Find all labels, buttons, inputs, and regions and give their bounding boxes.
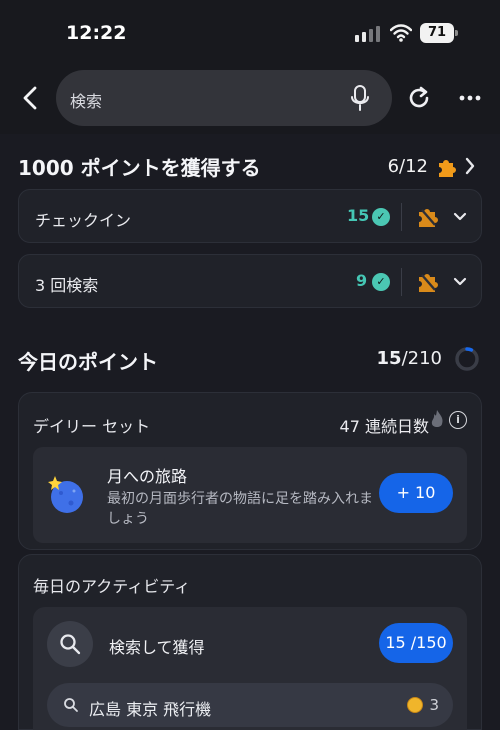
search-bar[interactable]: 検索 [56, 70, 392, 126]
refresh-icon[interactable] [405, 84, 433, 112]
daily-activity-label: 毎日のアクティビティ [33, 577, 191, 596]
journey-description: 最初の月面歩行者の物語に足を踏み入れましょう [107, 491, 373, 527]
today-earned: 15 [376, 348, 402, 369]
task-checkin[interactable]: チェックイン 15 ✓ [18, 189, 482, 243]
battery-indicator: 71 [420, 23, 458, 43]
status-time: 12:22 [66, 22, 127, 44]
chevron-right-icon [465, 157, 475, 175]
cellular-signal-icon [355, 26, 380, 42]
puzzle-piece-icon [419, 209, 438, 227]
challenge-progress[interactable]: 6/12 [388, 154, 476, 178]
search-icon-circle [47, 621, 93, 667]
daily-set-card: デイリー セット 47 連続日数 i 月への旅路 最初の月面歩行者の物語に足を踏… [18, 392, 482, 550]
search-icon [64, 698, 78, 712]
journey-title: 月への旅路 [107, 467, 188, 486]
search-earn-item[interactable]: 検索して獲得 15 /150 広島 東京 飛行機 3 [33, 607, 467, 730]
streak-count: 47 連続日数 [339, 417, 429, 436]
suggested-query: 広島 東京 飛行機 [89, 700, 212, 719]
task-label: 3 回検索 [35, 276, 99, 295]
today-points-count: 15/210 [377, 348, 442, 369]
progress-ring [455, 347, 479, 371]
check-icon: ✓ [372, 273, 390, 291]
coin-value: 3 [429, 696, 439, 714]
back-icon[interactable] [18, 84, 42, 112]
search-earn-label: 検索して獲得 [109, 638, 205, 657]
task-label: チェックイン [35, 211, 132, 230]
task-count: 9 [356, 271, 368, 290]
puzzle-icon [439, 160, 456, 177]
moon-planet-icon [48, 476, 83, 513]
chevron-down-icon[interactable] [453, 212, 467, 222]
search-score-pill[interactable]: 15 /150 [379, 623, 453, 663]
status-bar: 12:22 71 [0, 0, 500, 62]
task-search[interactable]: 3 回検索 9 ✓ [18, 254, 482, 308]
search-input[interactable]: 検索 [70, 88, 102, 112]
chevron-down-icon[interactable] [453, 277, 467, 287]
today-total: /210 [401, 348, 442, 369]
microphone-icon[interactable] [350, 84, 370, 112]
check-icon: ✓ [372, 208, 390, 226]
daily-set-label: デイリー セット [33, 417, 151, 436]
wifi-icon [390, 24, 412, 42]
journey-bonus-button[interactable]: + 10 [379, 473, 453, 513]
divider [401, 203, 402, 231]
challenge-progress-value: 6/12 [387, 155, 428, 177]
search-icon [60, 634, 81, 655]
task-count: 15 [347, 206, 370, 225]
flame-icon [431, 410, 443, 427]
daily-activity-card: 毎日のアクティビティ 検索して獲得 15 /150 広島 東京 飛行機 3 [18, 554, 482, 730]
rewards-page: 1000 ポイントを獲得する 6/12 チェックイン 15 ✓ 3 回検索 9 … [0, 134, 500, 730]
divider [401, 268, 402, 296]
top-navigation: 検索 [0, 62, 500, 134]
info-icon[interactable]: i [449, 411, 467, 429]
challenge-title: 1000 ポイントを獲得する [18, 156, 261, 180]
search-suggestion[interactable]: 広島 東京 飛行機 3 [47, 683, 453, 727]
more-options-icon[interactable] [458, 94, 482, 102]
coin-icon [407, 697, 423, 713]
today-points-title: 今日のポイント [18, 350, 158, 374]
puzzle-piece-icon [419, 274, 438, 292]
daily-set-item[interactable]: 月への旅路 最初の月面歩行者の物語に足を踏み入れましょう + 10 [33, 447, 467, 543]
